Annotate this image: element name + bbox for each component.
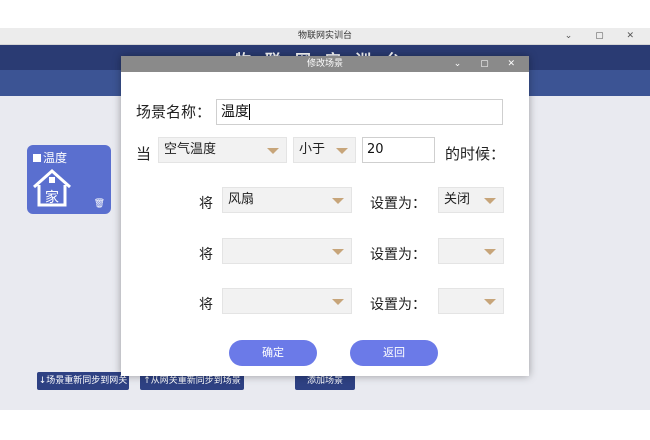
trash-icon[interactable]: 🗑 [94, 199, 105, 209]
sync-to-gateway-button[interactable]: ↓场景重新同步到网关 [37, 372, 129, 390]
dialog-titlebar: 修改场景 ⌄ ▢ ✕ [121, 56, 529, 72]
house-icon: 家 [33, 168, 71, 207]
chevron-down-icon [332, 299, 344, 305]
when-label: 当 [136, 145, 152, 163]
chevron-down-icon [332, 198, 344, 204]
scene-name-input[interactable]: 温度 [216, 99, 503, 125]
action-label: 将 [199, 247, 213, 263]
action-device-select[interactable] [222, 238, 352, 264]
dialog-title: 修改场景 [306, 59, 343, 69]
scene-name-label: 场景名称： [136, 103, 212, 121]
set-as-label: 设置为： [370, 196, 426, 212]
house-char: 家 [45, 189, 59, 206]
set-as-label: 设置为： [370, 247, 426, 263]
chevron-down-icon [484, 249, 496, 255]
confirm-button[interactable]: 确定 [229, 340, 317, 366]
set-as-label: 设置为： [370, 297, 426, 313]
action-label: 将 [199, 196, 213, 212]
condition-sensor-select[interactable]: 空气温度 [158, 137, 287, 163]
chevron-down-icon [336, 148, 348, 154]
action-device-select[interactable] [222, 288, 352, 314]
scene-card-label: 温度 [33, 149, 67, 166]
chevron-down-icon [332, 249, 344, 255]
action-device-select[interactable]: 风扇 [222, 187, 352, 213]
action-state-select[interactable] [438, 288, 504, 314]
text-caret [249, 104, 250, 120]
action-label: 将 [199, 297, 213, 313]
action-state-select[interactable]: 关闭 [438, 187, 504, 213]
chevron-down-icon [484, 198, 496, 204]
scene-card[interactable]: 温度 家 🗑 [27, 145, 111, 214]
edit-scene-dialog: 修改场景 ⌄ ▢ ✕ 场景名称： 温度 当 空气温度 小于 20 的时候： 将 … [121, 56, 529, 376]
condition-value-input[interactable]: 20 [362, 137, 435, 163]
dialog-window-controls[interactable]: ⌄ ▢ ✕ [454, 56, 523, 72]
checkbox-icon [33, 154, 41, 162]
when-suffix-label: 的时候： [445, 145, 506, 163]
condition-operator-select[interactable]: 小于 [293, 137, 356, 163]
chevron-down-icon [267, 148, 279, 154]
chevron-down-icon [484, 299, 496, 305]
window-titlebar: 物联网实训台 ⌄ ▢ ✕ [0, 28, 650, 45]
back-button[interactable]: 返回 [350, 340, 438, 366]
window-title: 物联网实训台 [297, 31, 352, 41]
window-controls[interactable]: ⌄ ▢ ✕ [565, 28, 644, 44]
action-state-select[interactable] [438, 238, 504, 264]
